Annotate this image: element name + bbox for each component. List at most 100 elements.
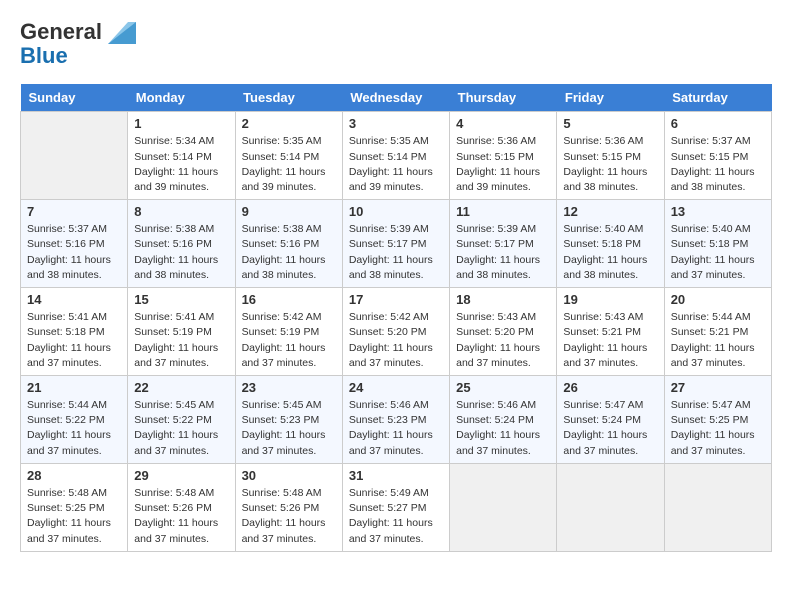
calendar-cell: 8 Sunrise: 5:38 AM Sunset: 5:16 PM Daylig… bbox=[128, 200, 235, 288]
day-number: 11 bbox=[456, 204, 550, 219]
day-number: 27 bbox=[671, 380, 765, 395]
day-header-thursday: Thursday bbox=[450, 84, 557, 112]
cell-info: Sunrise: 5:43 AM Sunset: 5:20 PM Dayligh… bbox=[456, 310, 550, 371]
cell-info: Sunrise: 5:44 AM Sunset: 5:22 PM Dayligh… bbox=[27, 398, 121, 459]
week-row-1: 7 Sunrise: 5:37 AM Sunset: 5:16 PM Daylig… bbox=[21, 200, 772, 288]
calendar-cell: 15Sunrise: 5:41 AM Sunset: 5:19 PM Dayli… bbox=[128, 288, 235, 376]
cell-info: Sunrise: 5:41 AM Sunset: 5:18 PM Dayligh… bbox=[27, 310, 121, 371]
calendar-cell bbox=[21, 112, 128, 200]
day-number: 24 bbox=[349, 380, 443, 395]
day-number: 28 bbox=[27, 468, 121, 483]
day-number: 14 bbox=[27, 292, 121, 307]
calendar-cell: 14 Sunrise: 5:41 AM Sunset: 5:18 PM Dayli… bbox=[21, 288, 128, 376]
calendar-cell: 30 Sunrise: 5:48 AM Sunset: 5:26 PM Dayli… bbox=[235, 463, 342, 551]
day-number: 25 bbox=[456, 380, 550, 395]
day-header-tuesday: Tuesday bbox=[235, 84, 342, 112]
day-number: 2 bbox=[242, 116, 336, 131]
cell-info: Sunrise: 5:46 AM Sunset: 5:24 PM Dayligh… bbox=[456, 398, 550, 459]
calendar-cell: 1 Sunrise: 5:34 AM Sunset: 5:14 PM Daylig… bbox=[128, 112, 235, 200]
calendar-cell: 29 Sunrise: 5:48 AM Sunset: 5:26 PM Dayli… bbox=[128, 463, 235, 551]
week-row-4: 28Sunrise: 5:48 AM Sunset: 5:25 PM Dayli… bbox=[21, 463, 772, 551]
calendar-cell: 4 Sunrise: 5:36 AM Sunset: 5:15 PM Daylig… bbox=[450, 112, 557, 200]
day-number: 30 bbox=[242, 468, 336, 483]
calendar-cell: 5 Sunrise: 5:36 AM Sunset: 5:15 PM Daylig… bbox=[557, 112, 664, 200]
day-number: 6 bbox=[671, 116, 765, 131]
cell-info: Sunrise: 5:44 AM Sunset: 5:21 PM Dayligh… bbox=[671, 310, 765, 371]
calendar-cell: 13 Sunrise: 5:40 AM Sunset: 5:18 PM Dayli… bbox=[664, 200, 771, 288]
day-number: 20 bbox=[671, 292, 765, 307]
days-header-row: SundayMondayTuesdayWednesdayThursdayFrid… bbox=[21, 84, 772, 112]
day-number: 4 bbox=[456, 116, 550, 131]
day-header-saturday: Saturday bbox=[664, 84, 771, 112]
week-row-2: 14 Sunrise: 5:41 AM Sunset: 5:18 PM Dayli… bbox=[21, 288, 772, 376]
cell-info: Sunrise: 5:45 AM Sunset: 5:22 PM Dayligh… bbox=[134, 398, 228, 459]
day-number: 26 bbox=[563, 380, 657, 395]
day-number: 18 bbox=[456, 292, 550, 307]
day-number: 13 bbox=[671, 204, 765, 219]
cell-info: Sunrise: 5:45 AM Sunset: 5:23 PM Dayligh… bbox=[242, 398, 336, 459]
cell-info: Sunrise: 5:35 AM Sunset: 5:14 PM Dayligh… bbox=[242, 134, 336, 195]
cell-info: Sunrise: 5:40 AM Sunset: 5:18 PM Dayligh… bbox=[563, 222, 657, 283]
day-number: 12 bbox=[563, 204, 657, 219]
cell-info: Sunrise: 5:43 AM Sunset: 5:21 PM Dayligh… bbox=[563, 310, 657, 371]
day-number: 23 bbox=[242, 380, 336, 395]
day-number: 7 bbox=[27, 204, 121, 219]
day-number: 5 bbox=[563, 116, 657, 131]
day-number: 3 bbox=[349, 116, 443, 131]
cell-info: Sunrise: 5:39 AM Sunset: 5:17 PM Dayligh… bbox=[349, 222, 443, 283]
cell-info: Sunrise: 5:42 AM Sunset: 5:19 PM Dayligh… bbox=[242, 310, 336, 371]
calendar-cell: 24 Sunrise: 5:46 AM Sunset: 5:23 PM Dayli… bbox=[342, 376, 449, 464]
day-number: 21 bbox=[27, 380, 121, 395]
day-number: 29 bbox=[134, 468, 228, 483]
day-number: 22 bbox=[134, 380, 228, 395]
day-number: 9 bbox=[242, 204, 336, 219]
logo-icon bbox=[108, 22, 136, 49]
calendar-cell: 20 Sunrise: 5:44 AM Sunset: 5:21 PM Dayli… bbox=[664, 288, 771, 376]
calendar-cell: 18 Sunrise: 5:43 AM Sunset: 5:20 PM Dayli… bbox=[450, 288, 557, 376]
cell-info: Sunrise: 5:49 AM Sunset: 5:27 PM Dayligh… bbox=[349, 486, 443, 547]
calendar-cell bbox=[450, 463, 557, 551]
calendar-cell bbox=[664, 463, 771, 551]
cell-info: Sunrise: 5:42 AM Sunset: 5:20 PM Dayligh… bbox=[349, 310, 443, 371]
day-number: 16 bbox=[242, 292, 336, 307]
week-row-0: 1 Sunrise: 5:34 AM Sunset: 5:14 PM Daylig… bbox=[21, 112, 772, 200]
calendar-cell: 11Sunrise: 5:39 AM Sunset: 5:17 PM Dayli… bbox=[450, 200, 557, 288]
cell-info: Sunrise: 5:48 AM Sunset: 5:26 PM Dayligh… bbox=[242, 486, 336, 547]
day-header-wednesday: Wednesday bbox=[342, 84, 449, 112]
header: General Blue bbox=[20, 20, 772, 68]
calendar-table: SundayMondayTuesdayWednesdayThursdayFrid… bbox=[20, 84, 772, 551]
calendar-cell: 31 Sunrise: 5:49 AM Sunset: 5:27 PM Dayli… bbox=[342, 463, 449, 551]
cell-info: Sunrise: 5:36 AM Sunset: 5:15 PM Dayligh… bbox=[563, 134, 657, 195]
cell-info: Sunrise: 5:37 AM Sunset: 5:16 PM Dayligh… bbox=[27, 222, 121, 283]
calendar-cell: 9 Sunrise: 5:38 AM Sunset: 5:16 PM Daylig… bbox=[235, 200, 342, 288]
cell-info: Sunrise: 5:48 AM Sunset: 5:26 PM Dayligh… bbox=[134, 486, 228, 547]
day-number: 19 bbox=[563, 292, 657, 307]
week-row-3: 21 Sunrise: 5:44 AM Sunset: 5:22 PM Dayli… bbox=[21, 376, 772, 464]
cell-info: Sunrise: 5:37 AM Sunset: 5:15 PM Dayligh… bbox=[671, 134, 765, 195]
cell-info: Sunrise: 5:40 AM Sunset: 5:18 PM Dayligh… bbox=[671, 222, 765, 283]
cell-info: Sunrise: 5:34 AM Sunset: 5:14 PM Dayligh… bbox=[134, 134, 228, 195]
day-number: 10 bbox=[349, 204, 443, 219]
calendar-cell: 2 Sunrise: 5:35 AM Sunset: 5:14 PM Daylig… bbox=[235, 112, 342, 200]
cell-info: Sunrise: 5:38 AM Sunset: 5:16 PM Dayligh… bbox=[242, 222, 336, 283]
day-number: 8 bbox=[134, 204, 228, 219]
cell-info: Sunrise: 5:46 AM Sunset: 5:23 PM Dayligh… bbox=[349, 398, 443, 459]
cell-info: Sunrise: 5:47 AM Sunset: 5:25 PM Dayligh… bbox=[671, 398, 765, 459]
calendar-cell: 7 Sunrise: 5:37 AM Sunset: 5:16 PM Daylig… bbox=[21, 200, 128, 288]
cell-info: Sunrise: 5:36 AM Sunset: 5:15 PM Dayligh… bbox=[456, 134, 550, 195]
logo: General Blue bbox=[20, 20, 136, 68]
day-number: 31 bbox=[349, 468, 443, 483]
cell-info: Sunrise: 5:38 AM Sunset: 5:16 PM Dayligh… bbox=[134, 222, 228, 283]
calendar-cell: 17 Sunrise: 5:42 AM Sunset: 5:20 PM Dayli… bbox=[342, 288, 449, 376]
calendar-cell: 16 Sunrise: 5:42 AM Sunset: 5:19 PM Dayli… bbox=[235, 288, 342, 376]
calendar-cell: 19 Sunrise: 5:43 AM Sunset: 5:21 PM Dayli… bbox=[557, 288, 664, 376]
day-number: 17 bbox=[349, 292, 443, 307]
day-number: 15 bbox=[134, 292, 228, 307]
day-header-sunday: Sunday bbox=[21, 84, 128, 112]
calendar-cell: 12 Sunrise: 5:40 AM Sunset: 5:18 PM Dayli… bbox=[557, 200, 664, 288]
day-number: 1 bbox=[134, 116, 228, 131]
calendar-cell: 10 Sunrise: 5:39 AM Sunset: 5:17 PM Dayli… bbox=[342, 200, 449, 288]
cell-info: Sunrise: 5:35 AM Sunset: 5:14 PM Dayligh… bbox=[349, 134, 443, 195]
calendar-cell: 23 Sunrise: 5:45 AM Sunset: 5:23 PM Dayli… bbox=[235, 376, 342, 464]
day-header-monday: Monday bbox=[128, 84, 235, 112]
